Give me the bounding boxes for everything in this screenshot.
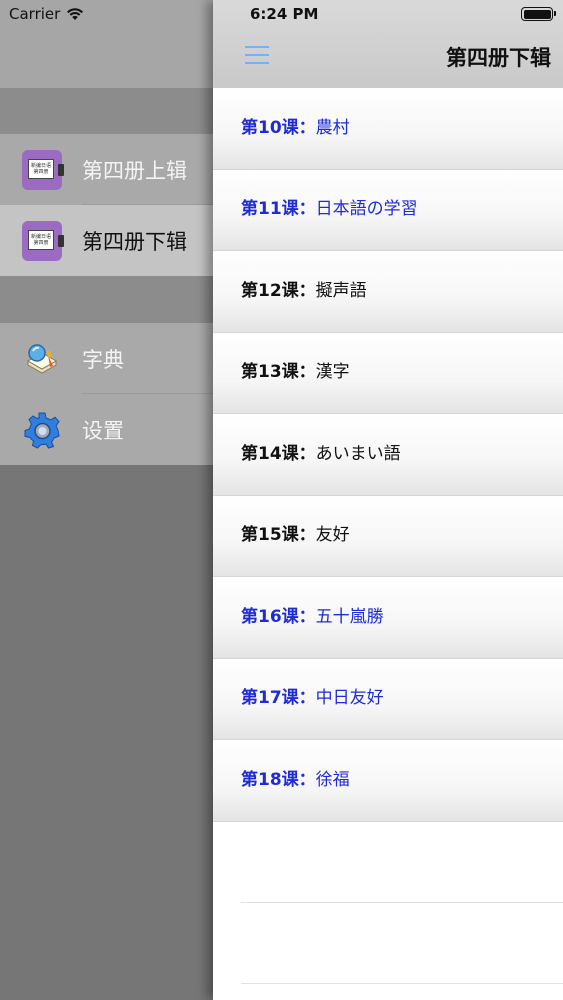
drawer-item-settings[interactable]: 设置 (0, 394, 213, 465)
lesson-number: 第13课： (241, 362, 316, 383)
book-cover-icon: 新编日语 第四册 (22, 220, 64, 261)
drawer-spacer (0, 88, 213, 134)
main-panel: 6:24 PM 第四册下辑 第10课：農村 第11课：日本語の学習 第12课：擬… (213, 0, 563, 1000)
navigation-bar: 6:24 PM 第四册下辑 (213, 0, 563, 88)
lesson-title: 友好 (315, 525, 350, 546)
lesson-row-17[interactable]: 第17课：中日友好 (213, 658, 563, 740)
lesson-row-16[interactable]: 第16课：五十嵐勝 (213, 577, 563, 659)
lesson-row-14[interactable]: 第14课：あいまい語 (213, 414, 563, 496)
lesson-number: 第12课： (241, 280, 316, 301)
drawer-header: Carrier (0, 0, 213, 88)
drawer-book-list: 新编日语 第四册 第四册上辑 新编日语 第四册 第四册下辑 (0, 134, 213, 276)
lesson-row-15[interactable]: 第15课：友好 (213, 495, 563, 577)
lesson-number: 第16课： (241, 606, 316, 627)
gear-icon (22, 410, 62, 450)
lesson-number: 第11课： (241, 199, 316, 220)
lesson-number: 第10课： (241, 117, 316, 138)
drawer-spacer (0, 276, 213, 323)
lesson-title: 日本語の学習 (315, 199, 418, 220)
lesson-row-11[interactable]: 第11课：日本語の学習 (213, 169, 563, 251)
drawer-item-label: 字典 (82, 347, 124, 372)
drawer-item-label: 第四册上辑 (82, 158, 187, 183)
lesson-number: 第18课： (241, 769, 316, 790)
wifi-icon (67, 8, 84, 20)
battery-icon (521, 7, 556, 21)
drawer-item-dictionary[interactable]: 字典 (0, 323, 213, 394)
lesson-row-10[interactable]: 第10课：農村 (213, 88, 563, 170)
page-title: 第四册下辑 (446, 46, 551, 70)
lesson-number: 第14课： (241, 443, 316, 464)
carrier-label: Carrier (9, 5, 61, 23)
status-bar-left: Carrier (9, 5, 84, 23)
lesson-number: 第17课： (241, 688, 316, 709)
empty-row (241, 903, 563, 984)
lesson-title: 農村 (315, 117, 350, 138)
lesson-title: 漢字 (315, 362, 350, 383)
drawer-item-book4-upper[interactable]: 新编日语 第四册 第四册上辑 (0, 134, 213, 205)
lesson-number: 第15课： (241, 525, 316, 546)
drawer-item-book4-lower[interactable]: 新编日语 第四册 第四册下辑 (0, 205, 213, 276)
lesson-title: あいまい語 (315, 443, 401, 464)
lesson-title: 徐福 (315, 769, 350, 790)
lesson-title: 五十嵐勝 (315, 606, 384, 627)
drawer-tool-list: 字典 设置 (0, 323, 213, 465)
lesson-row-13[interactable]: 第13课：漢字 (213, 332, 563, 414)
lesson-list: 第10课：農村 第11课：日本語の学習 第12课：擬声語 第13课：漢字 第14… (213, 88, 563, 822)
empty-row (241, 821, 563, 903)
lesson-row-12[interactable]: 第12课：擬声語 (213, 251, 563, 333)
drawer-item-label: 设置 (82, 418, 124, 443)
lesson-title: 中日友好 (315, 688, 384, 709)
hamburger-menu-icon[interactable] (245, 44, 269, 66)
empty-list-area (213, 821, 563, 984)
book-cover-icon: 新编日语 第四册 (22, 149, 64, 190)
drawer-item-label: 第四册下辑 (82, 229, 187, 254)
lesson-row-18[interactable]: 第18课：徐福 (213, 740, 563, 822)
dictionary-icon (22, 339, 62, 379)
status-time: 6:24 PM (250, 5, 319, 23)
lesson-title: 擬声語 (315, 280, 367, 301)
side-drawer: Carrier 新编日语 第四册 第四册上辑 新编日语 第四册 第四册下辑 字典… (0, 0, 213, 1000)
